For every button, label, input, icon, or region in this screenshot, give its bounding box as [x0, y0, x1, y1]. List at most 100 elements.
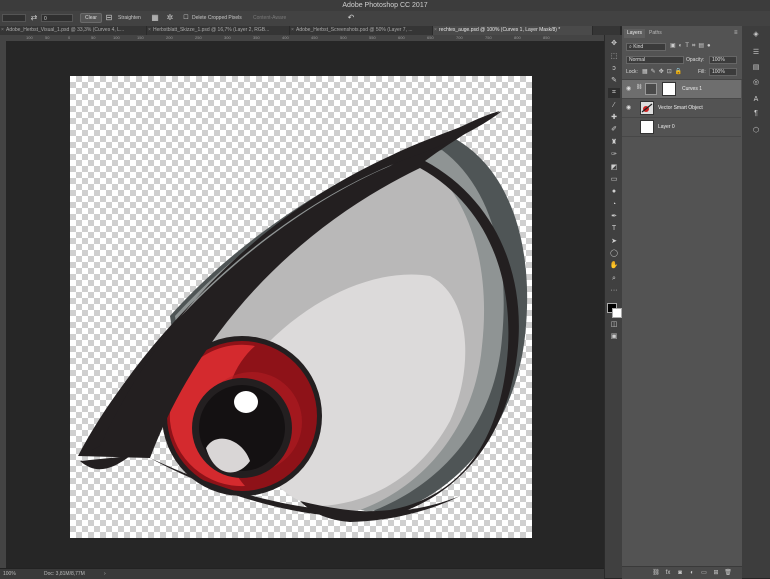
- new-layer-icon[interactable]: ⊞: [712, 569, 720, 577]
- link-layers-icon[interactable]: ⛓: [652, 569, 660, 577]
- ruler-tick: 250: [195, 35, 202, 40]
- ratio-width-field[interactable]: [2, 14, 26, 22]
- filter-kind-select[interactable]: ⌕ Kind: [626, 43, 666, 51]
- new-group-icon[interactable]: ▭: [700, 569, 708, 577]
- history-brush-tool-icon[interactable]: ✑: [608, 150, 620, 160]
- eraser-tool-icon[interactable]: ◩: [608, 163, 620, 173]
- brush-tool-icon[interactable]: ✐: [608, 125, 620, 135]
- lock-icons[interactable]: ▦✎✥⊡🔒: [642, 68, 685, 76]
- ruler-tick: 600: [398, 35, 405, 40]
- background-color-swatch[interactable]: [612, 308, 622, 318]
- layer-row-smart-object[interactable]: ◉ Vector Smart Object: [622, 99, 741, 118]
- quick-mask-icon[interactable]: ◫: [608, 320, 620, 330]
- grid-overlay-icon[interactable]: ▦: [150, 13, 160, 23]
- canvas-area[interactable]: [6, 41, 604, 568]
- panel-menu-icon[interactable]: ≡: [734, 30, 738, 36]
- tab-layers[interactable]: Layers: [624, 29, 646, 38]
- clone-stamp-tool-icon[interactable]: ♜: [608, 138, 620, 148]
- options-bar: ⇄ 0 Clear ⊟ Straighten ▦ ✲ ☐ Delete Crop…: [0, 11, 770, 27]
- pen-tool-icon[interactable]: ✒: [608, 212, 620, 222]
- tab-document[interactable]: × Adobe_Herbst_Visual_1.psd @ 33,3% (Curv…: [0, 26, 147, 35]
- ruler-tick: 100: [26, 35, 33, 40]
- layer-mask-thumbnail[interactable]: [662, 82, 676, 96]
- swap-icon[interactable]: ⇄: [29, 13, 39, 23]
- eye-highlight-small: [234, 391, 258, 413]
- more-tools-icon[interactable]: ···: [608, 286, 620, 296]
- eye-icon[interactable]: ◉: [626, 85, 631, 93]
- layer-thumbnail[interactable]: [640, 101, 654, 115]
- close-icon[interactable]: ×: [1, 26, 4, 35]
- shape-tool-icon[interactable]: ◯: [608, 249, 620, 259]
- channels-dock-icon[interactable]: ◎: [751, 78, 761, 88]
- reset-icon[interactable]: ↶: [346, 13, 356, 23]
- right-dock: ◈ ☰ ▤ ◎ A ¶ ⬡: [742, 26, 770, 578]
- tab-document-active[interactable]: × rechtes_auge.psd @ 100% (Curves 1, Laye…: [433, 26, 593, 35]
- opacity-label: Opacity:: [686, 57, 705, 63]
- add-mask-icon[interactable]: ◙: [676, 569, 684, 577]
- opacity-field[interactable]: 100%: [709, 56, 737, 64]
- gear-icon[interactable]: ✲: [165, 13, 175, 23]
- layer-row-curves[interactable]: ◉ ⛓ Curves 1: [622, 80, 741, 99]
- lock-label: Lock:: [626, 69, 638, 75]
- tab-document[interactable]: × Herbstblatt_Skizze_1.psd @ 16,7% (Layer…: [147, 26, 290, 35]
- delete-cropped-label: Delete Cropped Pixels: [192, 15, 242, 21]
- ruler-tick: 50: [45, 35, 50, 40]
- tools-panel: ✥ ⬚ ↄ ✎ ⌗ ⁄ ✚ ✐ ♜ ✑ ◩ ▭ ● ◔ ✒ T ➤ ◯ ✋ ⌕ …: [604, 35, 624, 578]
- layer-name[interactable]: Vector Smart Object: [658, 103, 703, 113]
- eye-artwork: [78, 111, 528, 522]
- move-tool-icon[interactable]: ✥: [608, 39, 620, 49]
- straighten-icon[interactable]: ⊟: [104, 13, 114, 23]
- eye-icon[interactable]: ◉: [626, 104, 631, 112]
- ruler-tick: 300: [224, 35, 231, 40]
- tab-label: Adobe_Herbst_Screenshots.psd @ 50% (Laye…: [296, 27, 413, 33]
- crop-tool-icon[interactable]: ⌗: [608, 88, 620, 98]
- ruler-tick: 700: [456, 35, 463, 40]
- trash-icon[interactable]: 🗑: [724, 569, 732, 577]
- layer-row-layer0[interactable]: Layer 0: [622, 118, 741, 137]
- marquee-tool-icon[interactable]: ⬚: [608, 52, 620, 62]
- healing-brush-tool-icon[interactable]: ✚: [608, 113, 620, 123]
- type-tool-icon[interactable]: T: [608, 224, 620, 234]
- straighten-label: Straighten: [118, 15, 141, 21]
- properties-dock-icon[interactable]: ▤: [751, 63, 761, 73]
- layers-dock-icon[interactable]: ◈: [751, 30, 761, 40]
- chain-icon[interactable]: ⛓: [636, 84, 642, 90]
- ruler-tick: 400: [282, 35, 289, 40]
- delete-cropped-checkbox[interactable]: ☐: [181, 13, 191, 23]
- close-icon[interactable]: ×: [148, 26, 151, 35]
- ruler-tick: 650: [427, 35, 434, 40]
- document-canvas[interactable]: [70, 76, 532, 538]
- fill-field[interactable]: 100%: [709, 68, 737, 76]
- ratio-height-field[interactable]: 0: [41, 14, 73, 22]
- eyedropper-tool-icon[interactable]: ⁄: [608, 101, 620, 111]
- blur-tool-icon[interactable]: ●: [608, 187, 620, 197]
- libraries-dock-icon[interactable]: ⬡: [751, 126, 761, 136]
- dodge-tool-icon[interactable]: ◔: [608, 200, 620, 210]
- content-aware-label[interactable]: Content-Aware: [253, 14, 286, 23]
- adjustments-dock-icon[interactable]: ☰: [751, 48, 761, 58]
- tab-document[interactable]: × Adobe_Herbst_Screenshots.psd @ 50% (Lay…: [290, 26, 433, 35]
- filter-kind-label: Kind: [633, 44, 644, 50]
- layer-name[interactable]: Layer 0: [658, 122, 675, 132]
- adjustment-layer-icon[interactable]: ◐: [688, 569, 696, 577]
- layers-panel: Layers Paths ≡ ⌕ Kind ▣◐T⌗▤● Normal Opac…: [622, 26, 743, 579]
- close-icon[interactable]: ×: [434, 26, 437, 35]
- layer-filter-icons[interactable]: ▣◐T⌗▤●: [670, 42, 714, 51]
- ruler-tick: 450: [311, 35, 318, 40]
- gradient-tool-icon[interactable]: ▭: [608, 175, 620, 185]
- layer-name[interactable]: Curves 1: [682, 84, 702, 94]
- quick-select-tool-icon[interactable]: ✎: [608, 76, 620, 86]
- hand-tool-icon[interactable]: ✋: [608, 261, 620, 271]
- layer-thumbnail[interactable]: [640, 120, 654, 134]
- path-selection-tool-icon[interactable]: ➤: [608, 237, 620, 247]
- close-icon[interactable]: ×: [291, 26, 294, 35]
- paragraph-dock-icon[interactable]: ¶: [751, 109, 761, 119]
- lasso-tool-icon[interactable]: ↄ: [608, 64, 620, 74]
- tab-paths[interactable]: Paths: [646, 29, 665, 38]
- zoom-tool-icon[interactable]: ⌕: [608, 274, 620, 284]
- fx-icon[interactable]: fx: [664, 569, 672, 577]
- blend-mode-select[interactable]: Normal: [626, 56, 684, 64]
- screen-mode-icon[interactable]: ▣: [608, 332, 620, 342]
- clear-button[interactable]: Clear: [80, 13, 102, 23]
- character-dock-icon[interactable]: A: [751, 95, 761, 105]
